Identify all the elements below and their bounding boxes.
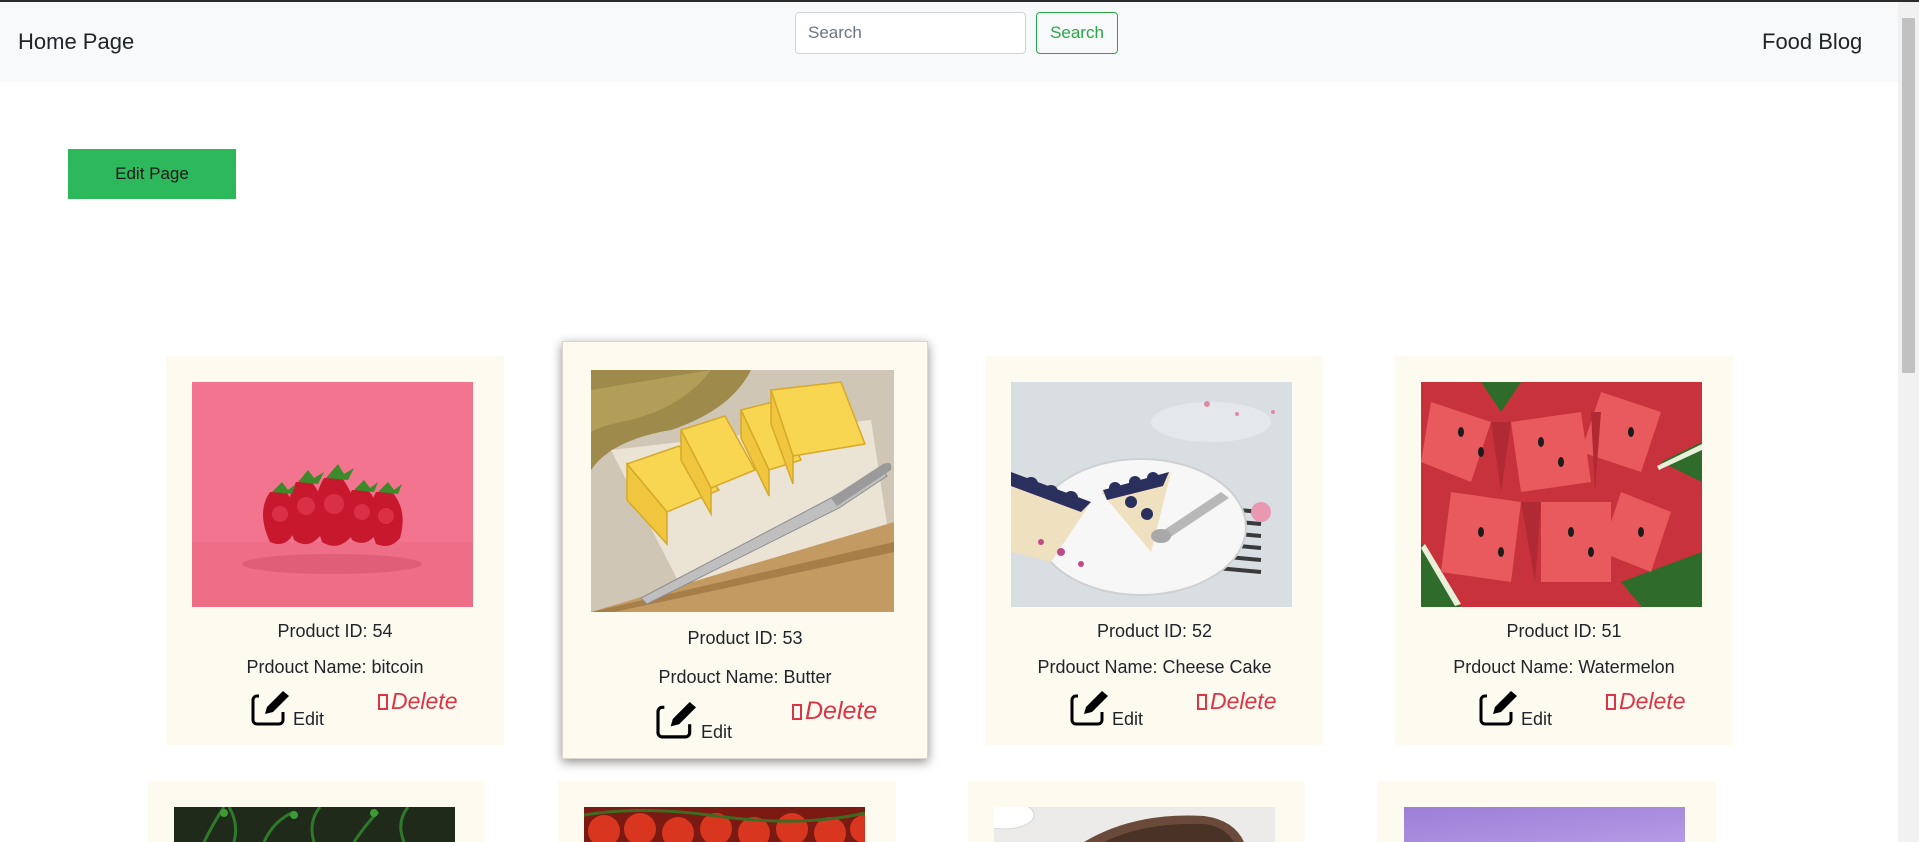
product-image-blueberry-pie bbox=[1011, 382, 1292, 607]
product-card bbox=[148, 781, 485, 842]
product-image-tomatoes bbox=[584, 807, 865, 842]
food-blog-brand[interactable]: Food Blog bbox=[1762, 29, 1862, 55]
edit-icon bbox=[656, 701, 696, 739]
navbar: Home Page Search Food Blog bbox=[0, 2, 1898, 82]
product-card: Product ID: 54 Prdouct Name: bitcoin Edi… bbox=[166, 356, 504, 745]
trash-icon bbox=[1606, 693, 1616, 710]
delete-product-button[interactable]: Delete bbox=[1606, 688, 1685, 715]
product-card bbox=[1378, 781, 1716, 842]
product-name: Prdouct Name: Butter bbox=[658, 667, 832, 687]
product-card: Product ID: 51 Prdouct Name: Watermelon … bbox=[1395, 356, 1733, 745]
scrollbar-thumb[interactable] bbox=[1902, 18, 1915, 373]
home-page-link[interactable]: Home Page bbox=[18, 29, 134, 55]
search-button[interactable]: Search bbox=[1036, 12, 1118, 54]
product-image-butter bbox=[591, 370, 894, 612]
edit-label: Edit bbox=[293, 709, 325, 729]
product-image-purple-background bbox=[1404, 807, 1685, 842]
product-id: Product ID: 52 bbox=[1096, 621, 1213, 641]
search-input[interactable] bbox=[795, 12, 1026, 54]
product-name: Prdouct Name: Watermelon bbox=[1453, 657, 1675, 677]
product-image-strawberries bbox=[192, 382, 473, 607]
edit-label: Edit bbox=[701, 722, 733, 742]
edit-product-button[interactable]: Edit bbox=[1070, 690, 1143, 729]
trash-icon bbox=[378, 693, 388, 710]
delete-label: Delete bbox=[805, 697, 878, 725]
product-card bbox=[968, 781, 1305, 842]
product-id: Product ID: 51 bbox=[1506, 621, 1622, 641]
trash-icon bbox=[1197, 693, 1207, 710]
product-card: Product ID: 53 Prdouct Name: Butter Edit… bbox=[562, 341, 928, 759]
edit-product-button[interactable]: Edit bbox=[251, 690, 324, 729]
edit-page-button[interactable]: Edit Page bbox=[68, 149, 236, 199]
product-name: Prdouct Name: bitcoin bbox=[246, 657, 424, 677]
delete-label: Delete bbox=[1210, 688, 1277, 714]
edit-icon bbox=[1479, 690, 1517, 726]
edit-product-button[interactable]: Edit bbox=[1479, 690, 1552, 729]
product-id: Product ID: 53 bbox=[687, 628, 803, 648]
delete-label: Delete bbox=[1619, 688, 1686, 714]
product-image-herbs bbox=[174, 807, 455, 842]
product-card: Product ID: 52 Prdouct Name: Cheese Cake… bbox=[986, 356, 1323, 745]
edit-label: Edit bbox=[1112, 709, 1144, 729]
edit-icon bbox=[1070, 690, 1108, 726]
edit-label: Edit bbox=[1521, 709, 1553, 729]
edit-product-button[interactable]: Edit bbox=[655, 701, 732, 742]
trash-icon bbox=[792, 703, 802, 720]
delete-label: Delete bbox=[391, 688, 458, 714]
delete-product-button[interactable]: Delete bbox=[792, 697, 877, 726]
delete-product-button[interactable]: Delete bbox=[378, 688, 457, 715]
edit-icon bbox=[251, 690, 289, 726]
product-id: Product ID: 54 bbox=[277, 621, 393, 641]
product-card bbox=[558, 781, 896, 842]
product-name: Prdouct Name: Cheese Cake bbox=[1037, 657, 1272, 677]
product-image-watermelon bbox=[1421, 382, 1702, 607]
product-image-chocolate-cake bbox=[994, 807, 1275, 842]
delete-product-button[interactable]: Delete bbox=[1197, 688, 1276, 715]
